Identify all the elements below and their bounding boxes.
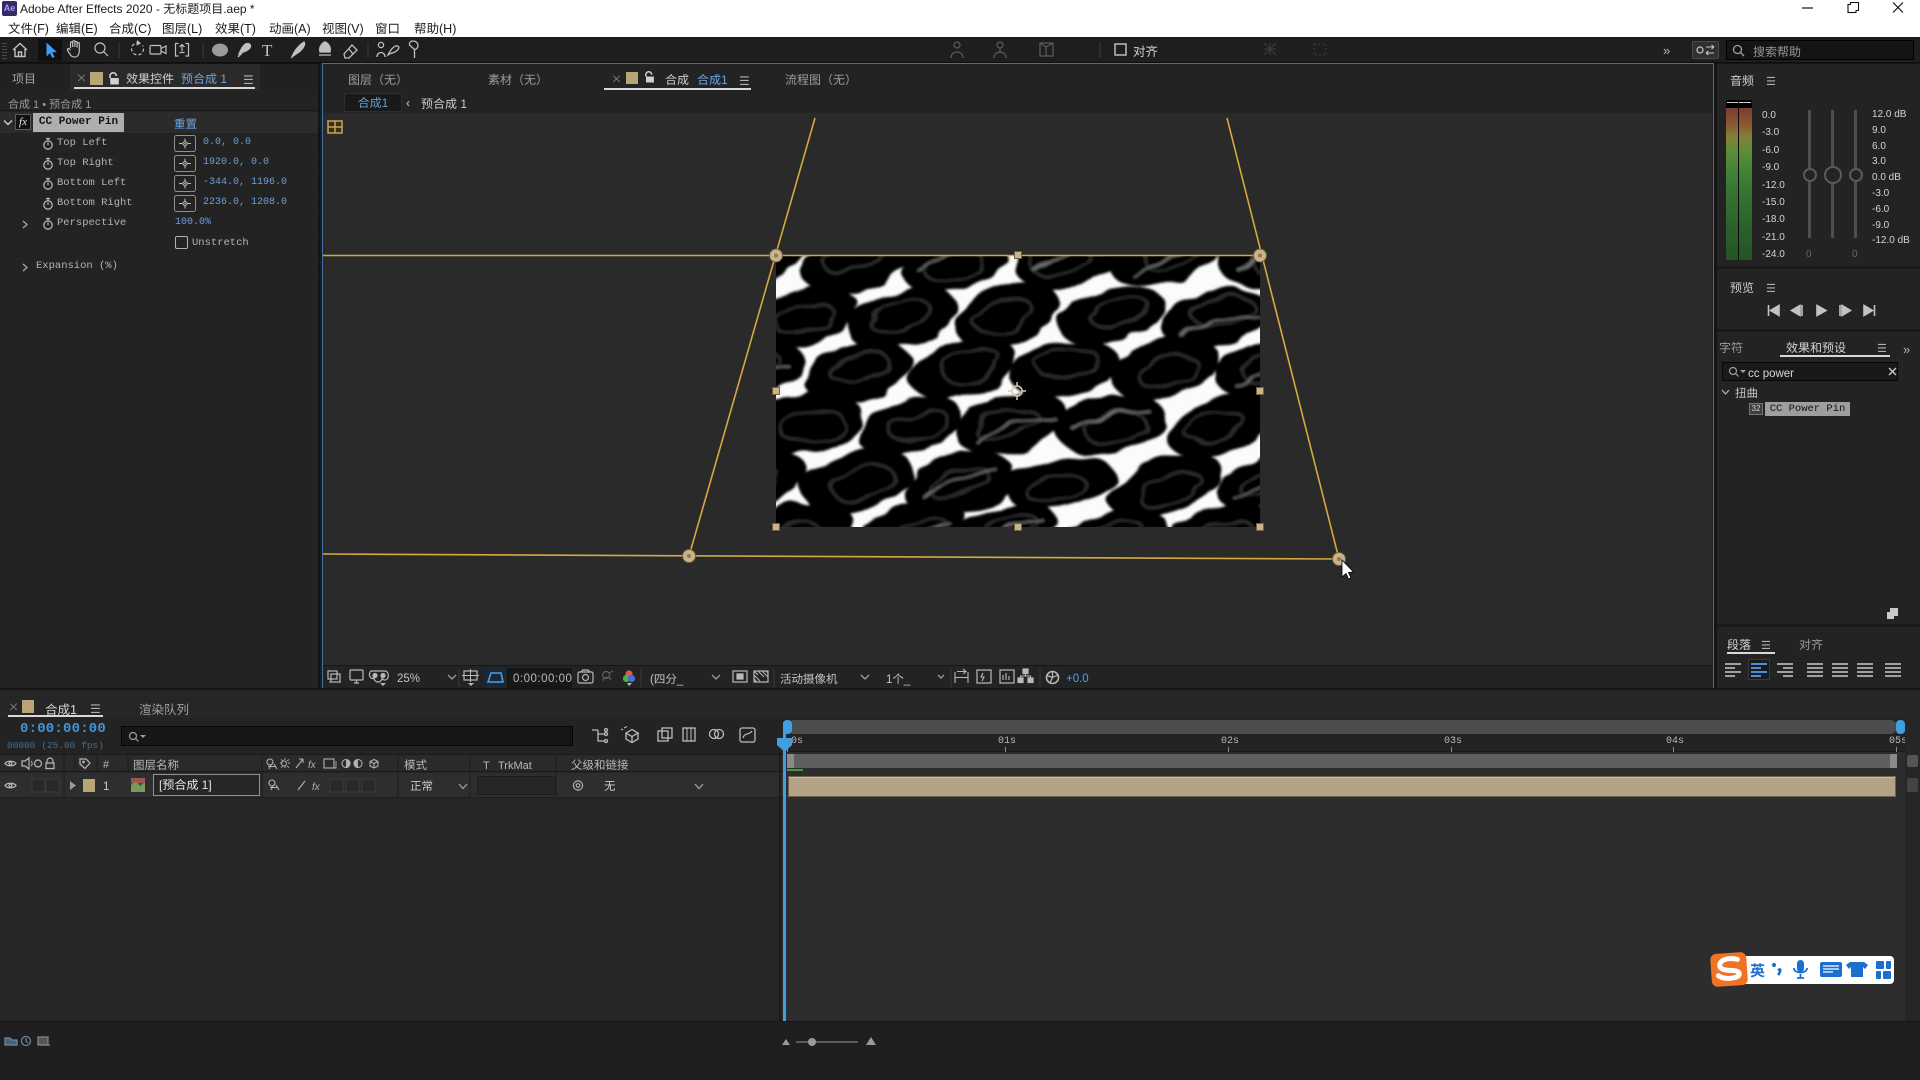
svg-text:fx: fx <box>308 756 317 771</box>
svg-text:fx: fx <box>312 778 321 793</box>
svg-text:0:00:00:00: 0:00:00:00 <box>513 670 572 686</box>
svg-text:1: 1 <box>103 778 109 794</box>
svg-text:#: # <box>103 756 110 772</box>
svg-text:+0.0: +0.0 <box>1066 670 1089 686</box>
svg-text:25%: 25% <box>397 670 420 686</box>
svg-text:T: T <box>262 41 273 60</box>
svg-text:英: 英 <box>1750 960 1765 981</box>
